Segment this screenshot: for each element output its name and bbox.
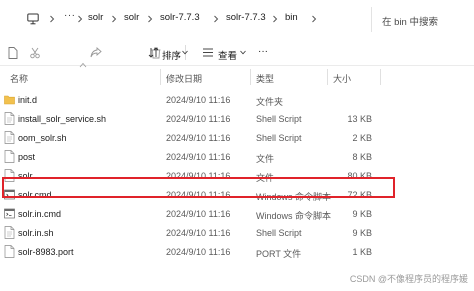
view-button[interactable]: 查看 xyxy=(218,48,237,62)
file-type: PORT 文件 xyxy=(256,249,302,259)
file-name: solr-8983.port xyxy=(18,247,74,257)
file-type: Shell Script xyxy=(256,228,302,238)
chevron-right-icon xyxy=(78,15,83,23)
breadcrumb-item[interactable]: solr xyxy=(88,12,103,23)
column-divider[interactable] xyxy=(250,69,251,85)
column-divider[interactable] xyxy=(327,69,328,85)
column-divider[interactable] xyxy=(380,69,381,85)
file-row[interactable]: post 2024/9/10 11:16 文件 8 KB xyxy=(0,147,474,166)
file-modified-date: 2024/9/10 11:16 xyxy=(166,209,231,219)
file-name: init.d xyxy=(18,95,38,105)
file-row[interactable]: solr.in.cmd 2024/9/10 11:16 Windows 命令脚本 9 … xyxy=(0,204,474,223)
file-size: 2 KB xyxy=(352,133,372,143)
file-type: 文件 xyxy=(256,154,275,164)
view-icon[interactable] xyxy=(202,47,214,58)
chevron-right-icon xyxy=(50,15,55,23)
file-size: 9 KB xyxy=(352,228,372,238)
file-name: post xyxy=(18,152,36,162)
file-size: 1 KB xyxy=(352,247,372,257)
file-type: Shell Script xyxy=(256,133,302,143)
file-name: oom_solr.sh xyxy=(18,133,67,143)
file-name: install_solr_service.sh xyxy=(18,114,107,124)
search-box[interactable]: 在 bin 中搜索 xyxy=(371,7,474,32)
file-type: 文件夹 xyxy=(256,97,284,107)
file-size: 8 KB xyxy=(352,152,372,162)
file-type: Shell Script xyxy=(256,114,302,124)
file-size: 9 KB xyxy=(352,209,372,219)
search-input[interactable]: 在 bin 中搜索 xyxy=(382,14,438,28)
chevron-down-icon xyxy=(182,50,188,55)
breadcrumb-item[interactable]: solr-7.7.3 xyxy=(226,12,266,23)
file-modified-date: 2024/9/10 11:16 xyxy=(166,247,231,257)
highlight-box xyxy=(2,177,395,198)
address-bar: ··· solr solr solr-7.7.3 solr-7.7.3 bin … xyxy=(0,0,474,40)
file-row[interactable]: solr-8983.port 2024/9/10 11:16 PORT 文件 1 KB xyxy=(0,242,474,261)
script-file-icon xyxy=(4,226,15,239)
file-name: solr.in.cmd xyxy=(18,209,62,219)
chevron-right-icon xyxy=(273,15,278,23)
file-size: 13 KB xyxy=(347,114,372,124)
share-icon[interactable] xyxy=(90,47,102,59)
column-header-row xyxy=(0,68,474,86)
file-type: Windows 命令脚本 xyxy=(256,211,332,221)
breadcrumb-item[interactable]: solr-7.7.3 xyxy=(160,12,200,23)
chevron-right-icon xyxy=(214,15,219,23)
column-header-name[interactable]: 名称 xyxy=(10,72,28,85)
sort-icon xyxy=(148,47,159,58)
file-row[interactable]: solr.in.sh 2024/9/10 11:16 Shell Script 9 K… xyxy=(0,223,474,242)
chevron-right-icon xyxy=(148,15,153,23)
file-modified-date: 2024/9/10 11:16 xyxy=(166,133,231,143)
chevron-down-icon xyxy=(240,50,246,55)
breadcrumb-overflow[interactable]: ··· xyxy=(64,10,76,21)
breadcrumb-item[interactable]: solr xyxy=(124,12,139,23)
script-file-icon xyxy=(4,131,15,144)
script-file-icon xyxy=(4,112,15,125)
column-header-date[interactable]: 修改日期 xyxy=(166,72,202,85)
file-row[interactable]: oom_solr.sh 2024/9/10 11:16 Shell Script 2 … xyxy=(0,128,474,147)
file-modified-date: 2024/9/10 11:16 xyxy=(166,228,231,238)
file-modified-date: 2024/9/10 11:16 xyxy=(166,95,231,105)
more-options-button[interactable]: ··· xyxy=(258,46,268,57)
file-icon xyxy=(4,150,15,163)
chevron-right-icon xyxy=(112,15,117,23)
cut-icon[interactable] xyxy=(30,47,40,59)
file-modified-date: 2024/9/10 11:16 xyxy=(166,114,231,124)
watermark: CSDN @不像程序员的程序媛 xyxy=(349,274,468,284)
column-divider[interactable] xyxy=(160,69,161,85)
file-row[interactable]: init.d 2024/9/10 11:16 文件夹 xyxy=(0,90,474,109)
column-header-type[interactable]: 类型 xyxy=(256,72,274,85)
file-name: solr.in.sh xyxy=(18,228,54,238)
cmd-file-icon xyxy=(4,207,15,220)
column-header-size[interactable]: 大小 xyxy=(333,72,351,85)
chevron-right-icon[interactable] xyxy=(310,15,318,23)
file-row[interactable]: install_solr_service.sh 2024/9/10 11:16 Sh… xyxy=(0,109,474,128)
file-modified-date: 2024/9/10 11:16 xyxy=(166,152,231,162)
breadcrumb-current[interactable]: bin xyxy=(285,12,298,23)
folder-icon xyxy=(4,93,15,106)
this-pc-icon[interactable] xyxy=(27,13,39,25)
new-file-icon[interactable] xyxy=(8,47,18,59)
file-icon xyxy=(4,245,15,258)
sort-label[interactable]: 排序 xyxy=(162,48,181,62)
